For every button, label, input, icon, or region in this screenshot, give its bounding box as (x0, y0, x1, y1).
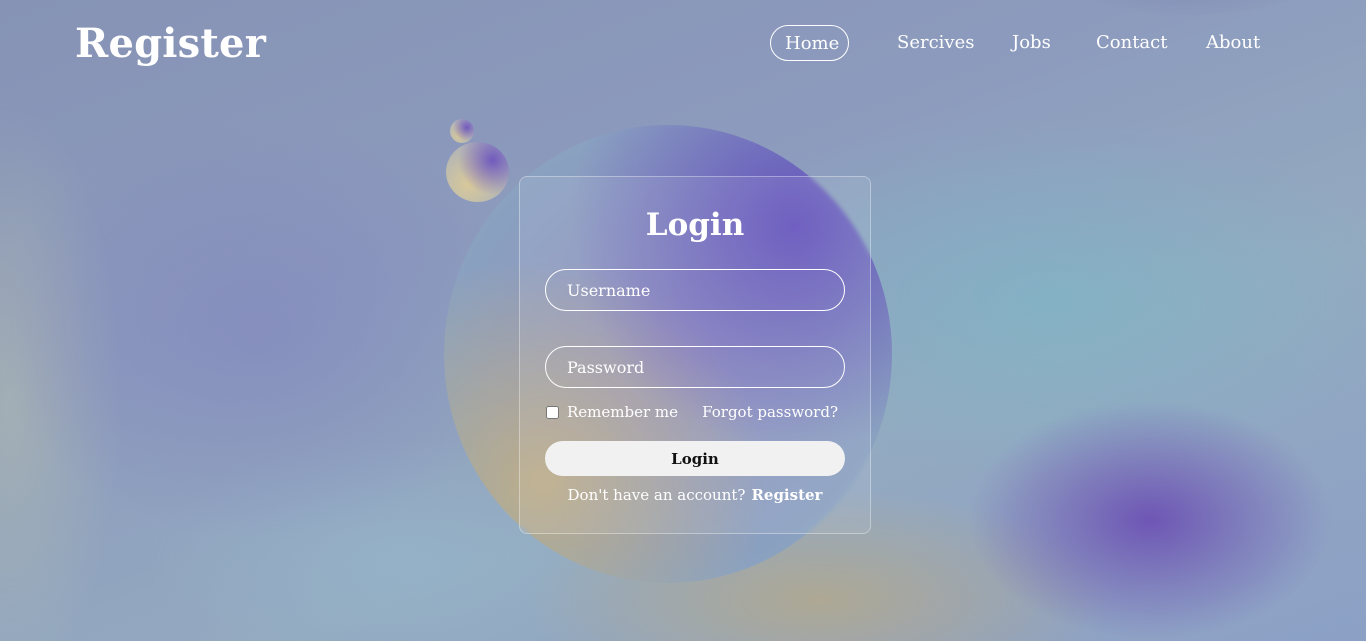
login-button[interactable]: Login (545, 441, 845, 476)
register-prompt: Don't have an account? Register (520, 485, 870, 505)
nav-contact-link[interactable]: Contact (1082, 25, 1181, 61)
username-input[interactable] (545, 269, 845, 311)
register-link[interactable]: Register (751, 486, 822, 504)
no-account-text: Don't have an account? (567, 486, 746, 504)
nav-home-link[interactable]: Home (770, 25, 849, 61)
login-title: Login (645, 207, 745, 243)
site-header: Register Home Sercives Jobs Contact Abou… (0, 0, 1366, 90)
remember-me[interactable]: Remember me (545, 403, 678, 421)
nav-about-link[interactable]: About (1192, 25, 1274, 61)
login-card: Login Remember me Forgot password? Login… (519, 176, 871, 534)
background-sphere-small (446, 142, 509, 202)
brand-logo[interactable]: Register (75, 19, 266, 69)
forgot-password-link[interactable]: Forgot password? (702, 403, 838, 421)
remember-me-label: Remember me (567, 403, 679, 421)
background-sphere-tiny (450, 119, 474, 143)
nav-jobs-link[interactable]: Jobs (998, 25, 1065, 61)
password-input[interactable] (545, 346, 845, 388)
remember-me-checkbox[interactable] (546, 405, 559, 419)
nav-services-link[interactable]: Sercives (883, 25, 988, 61)
